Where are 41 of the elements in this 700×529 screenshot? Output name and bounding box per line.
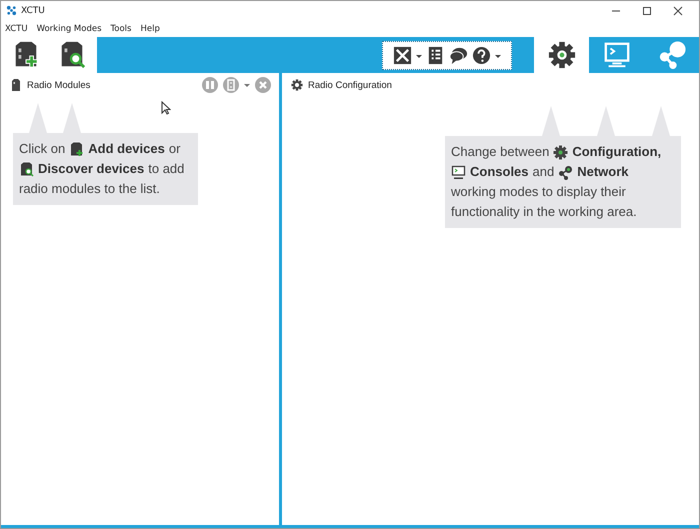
tip-text: functionality in the working area. (451, 203, 637, 221)
menu-item[interactable]: XCTU (5, 24, 28, 34)
help-icon[interactable] (472, 46, 491, 65)
mouse-cursor-icon (161, 101, 171, 115)
monitor-icon (602, 41, 630, 69)
add-device-icon (69, 142, 84, 156)
tip-text: Change between (451, 143, 550, 161)
document-icon[interactable] (426, 46, 445, 65)
window-title: XCTU (21, 6, 45, 16)
chat-icon[interactable] (449, 46, 468, 65)
network-icon (658, 41, 686, 69)
tools-icon[interactable] (393, 46, 412, 65)
tip-text: Discover devices (38, 160, 144, 178)
tip-text: and (532, 163, 554, 181)
radio-module-icon (10, 79, 22, 91)
tip-text: Click on (19, 140, 66, 158)
discover-device-icon (19, 162, 34, 176)
tip-text: working modes to display their (451, 183, 626, 201)
tip-text: Consoles (470, 163, 529, 181)
menu-item[interactable]: Help (140, 24, 160, 34)
network-icon (558, 164, 574, 180)
caret-icon[interactable] (416, 52, 422, 58)
gear-icon (548, 41, 576, 69)
tip-text: to add (148, 160, 184, 178)
gear-icon (553, 144, 568, 160)
tip-text: Configuration, (572, 143, 662, 161)
tip-text: Network (577, 163, 629, 181)
tip-text: radio modules to the list. (19, 180, 160, 198)
gear-icon (291, 79, 303, 91)
panel-title: Radio Modules (27, 80, 90, 90)
menu-item[interactable]: Tools (110, 24, 132, 34)
tip-text: or (168, 140, 180, 158)
menu-item[interactable]: Working Modes (36, 24, 102, 34)
maximize-icon[interactable] (642, 6, 652, 16)
monitor-icon (451, 164, 466, 180)
app-logo-icon (6, 5, 17, 16)
tip-text: Add devices (88, 140, 165, 158)
caret-icon[interactable] (244, 82, 250, 88)
caret-icon[interactable] (495, 52, 501, 58)
close-icon[interactable] (673, 6, 683, 16)
panel-title: Radio Configuration (308, 80, 392, 90)
